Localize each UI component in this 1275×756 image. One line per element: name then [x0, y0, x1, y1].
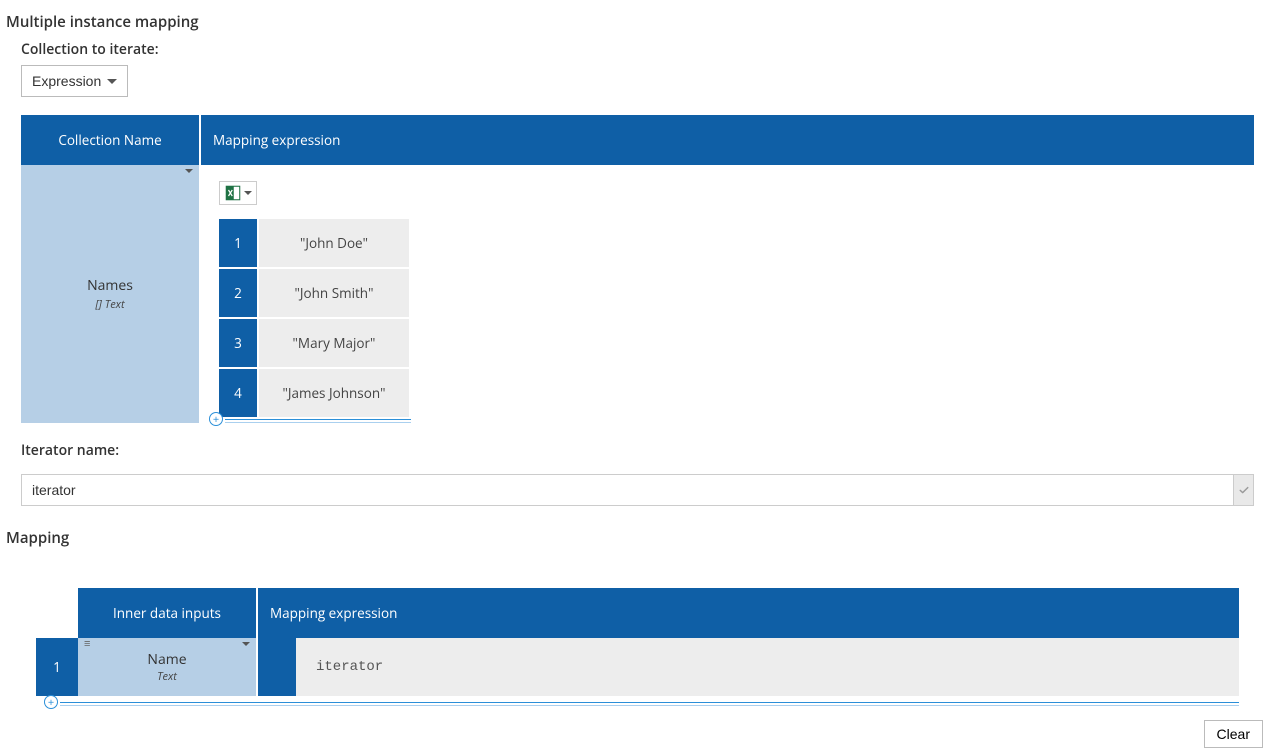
collection-table-header-mapping-expression: Mapping expression — [201, 115, 1254, 165]
inner-input-type: Text — [157, 669, 177, 684]
data-row-value[interactable]: "John Smith" — [259, 269, 409, 317]
mapping-table-header-mapping-expression: Mapping expression — [258, 588, 1239, 638]
data-row[interactable]: 3 "Mary Major" — [219, 319, 1236, 367]
data-row[interactable]: 2 "John Smith" — [219, 269, 1236, 317]
data-row-index: 3 — [219, 319, 257, 367]
clear-button[interactable]: Clear — [1204, 720, 1263, 748]
mapping-table-header-inner-inputs: Inner data inputs — [78, 588, 258, 638]
data-row-index: 1 — [219, 219, 257, 267]
caret-down-icon — [185, 169, 193, 173]
mapping-row: 1 ≡ Name Text iterator — [36, 638, 1239, 696]
collection-table: Collection Name Mapping expression Names… — [21, 115, 1254, 423]
collection-to-iterate-dropdown[interactable]: Expression — [21, 65, 128, 97]
mapping-table: Inner data inputs Mapping expression 1 ≡… — [36, 588, 1239, 706]
iterator-name-label: Iterator name: — [21, 441, 1269, 460]
add-row-button[interactable]: + — [211, 419, 411, 423]
check-icon — [1238, 484, 1250, 496]
data-row-index: 2 — [219, 269, 257, 317]
mapping-row-index: 1 — [36, 638, 78, 696]
mapping-expression-value[interactable]: iterator — [296, 638, 1239, 696]
caret-down-icon — [242, 642, 250, 646]
collection-name-value: Names — [87, 276, 133, 295]
caret-down-icon — [244, 191, 252, 195]
plus-icon: + — [44, 695, 58, 709]
collection-to-iterate-label: Collection to iterate: — [21, 40, 1269, 59]
plus-icon: + — [209, 412, 223, 426]
excel-icon — [224, 184, 242, 202]
data-row-value[interactable]: "James Johnson" — [259, 369, 409, 417]
inner-input-name: Name — [147, 650, 186, 669]
caret-down-icon — [107, 79, 117, 84]
section-title-multiple-instance-mapping: Multiple instance mapping — [6, 12, 1269, 32]
collection-table-header-collection-name: Collection Name — [21, 115, 201, 165]
mapping-expression-cell[interactable]: 1 "John Doe" 2 "John Smith" 3 "Mary Majo… — [201, 165, 1254, 423]
data-row-value[interactable]: "John Doe" — [259, 219, 409, 267]
collection-type-value: [] Text — [95, 297, 124, 312]
collection-name-cell[interactable]: Names [] Text — [21, 165, 201, 423]
mapping-tools-sidebar[interactable] — [258, 638, 296, 696]
collection-to-iterate-value: Expression — [32, 73, 101, 89]
data-row-index: 4 — [219, 369, 257, 417]
data-row[interactable]: 1 "John Doe" — [219, 219, 1236, 267]
spreadsheet-mode-toggle[interactable] — [219, 181, 257, 205]
data-row[interactable]: 4 "James Johnson" — [219, 369, 1236, 417]
inner-data-input-cell[interactable]: ≡ Name Text — [78, 638, 258, 696]
section-title-mapping: Mapping — [6, 528, 1269, 548]
iterator-name-input[interactable] — [21, 474, 1234, 506]
drag-handle-icon[interactable]: ≡ — [84, 641, 90, 648]
add-mapping-row-button[interactable]: + — [46, 702, 1239, 706]
iterator-valid-indicator — [1234, 474, 1254, 506]
data-row-value[interactable]: "Mary Major" — [259, 319, 409, 367]
